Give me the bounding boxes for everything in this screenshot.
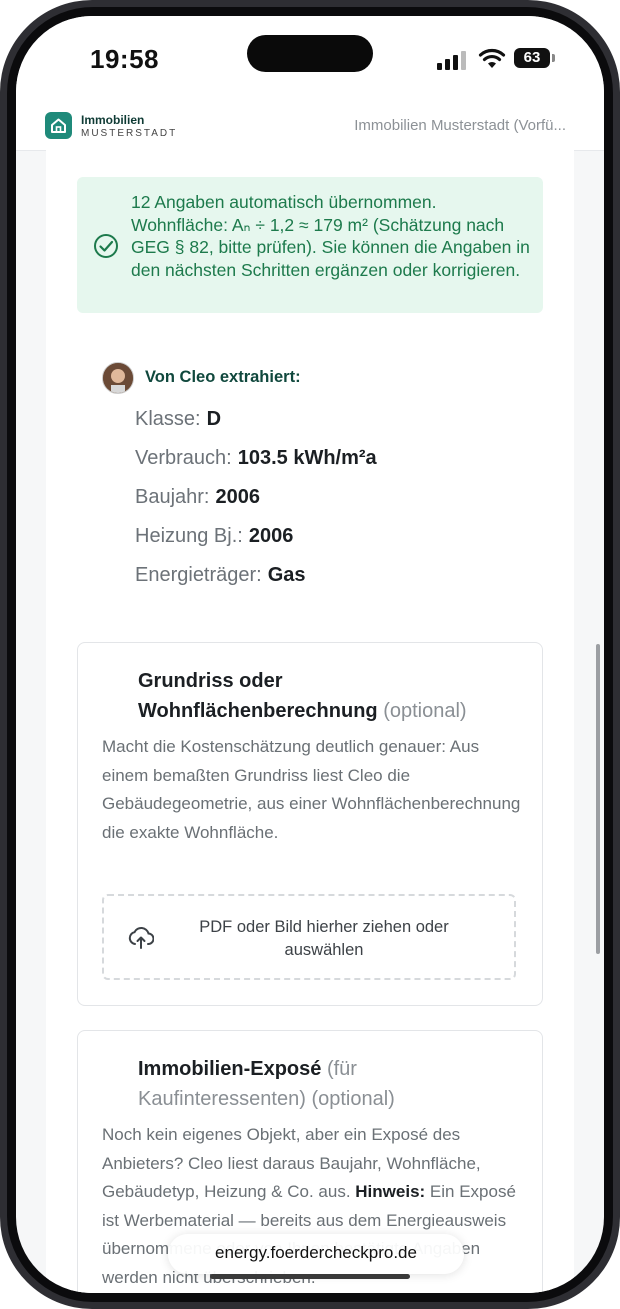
browser-url: energy.foerdercheckpro.de	[215, 1243, 417, 1262]
battery-tip	[552, 54, 555, 62]
field-build-year: Baujahr: 2006	[135, 486, 260, 509]
status-time: 19:58	[90, 44, 159, 74]
floorplan-dropzone[interactable]: PDF oder Bild hierher ziehen oder auswäh…	[102, 894, 516, 980]
field-value: 2006	[248, 525, 294, 547]
signal-icon	[437, 50, 467, 70]
optional-tag: (optional)	[383, 700, 467, 722]
expose-title-text: Immobilien-Exposé	[138, 1058, 322, 1080]
banner-text: 12 Angaben automatisch übernommen. Wohnf…	[131, 192, 530, 280]
field-label: Energieträger:	[135, 564, 262, 586]
browser-url-bar[interactable]: energy.foerdercheckpro.de	[168, 1234, 464, 1274]
cleo-avatar	[102, 362, 134, 394]
upload-cloud-icon	[128, 926, 154, 949]
home-indicator[interactable]	[210, 1274, 410, 1279]
field-value: D	[206, 408, 222, 430]
scrollbar[interactable]	[596, 644, 600, 954]
dynamic-island	[247, 35, 373, 72]
brand-subtitle: MUSTERSTADT	[81, 128, 178, 139]
home-logo-icon[interactable]	[45, 112, 72, 139]
expose-card-title-line1: Immobilien-Exposé (für	[138, 1054, 357, 1084]
field-class: Klasse: D	[135, 408, 221, 431]
field-energy-carrier: Energieträger: Gas	[135, 564, 306, 587]
field-value: 103.5 kWh/m²a	[237, 447, 377, 469]
field-value: Gas	[267, 564, 306, 586]
hint-label: Hinweis:	[355, 1182, 426, 1201]
floorplan-card-title-line1: Grundriss oder	[138, 670, 283, 692]
battery-icon: 63	[514, 48, 550, 68]
field-label: Heizung Bj.:	[135, 525, 243, 547]
floorplan-title-text: Wohnflächenberechnung	[138, 700, 378, 722]
check-circle-icon	[94, 234, 118, 258]
floorplan-card-description: Macht die Kostenschätzung deutlich genau…	[102, 737, 521, 842]
wifi-icon	[478, 48, 506, 68]
expose-title-sub: (für	[326, 1058, 357, 1080]
floorplan-upload-card: Grundriss oder Wohnflächenberechnung (op…	[77, 642, 543, 1006]
app-title: Immobilien Musterstadt (Vorfü...	[354, 117, 566, 134]
floorplan-card-title-line2: Wohnflächenberechnung (optional)	[138, 696, 467, 726]
field-value: 2006	[215, 486, 261, 508]
expose-card-title-line2: Kaufinteressenten) (optional)	[138, 1084, 395, 1114]
field-label: Baujahr:	[135, 486, 210, 508]
optional-tag: (optional)	[311, 1088, 395, 1110]
app-header: Immobilien MUSTERSTADT Immobilien Muster…	[16, 104, 604, 151]
field-label: Verbrauch:	[135, 447, 232, 469]
main-content: 12 Angaben automatisch übernommen. Wohnf…	[46, 150, 574, 1293]
extraction-title: Von Cleo extrahiert:	[145, 368, 301, 386]
brand-name: Immobilien	[81, 113, 145, 127]
field-label: Klasse:	[135, 408, 201, 430]
success-banner: 12 Angaben automatisch übernommen. Wohnf…	[77, 177, 543, 313]
field-heating-year: Heizung Bj.: 2006	[135, 525, 293, 548]
dropzone-text: PDF oder Bild hierher ziehen oder auswäh…	[199, 918, 449, 959]
expose-title-sub2: Kaufinteressenten)	[138, 1088, 306, 1110]
field-consumption: Verbrauch: 103.5 kWh/m²a	[135, 447, 377, 470]
status-bar: 19:58 63	[16, 16, 604, 104]
screen: 19:58 63 Immobilien MUSTERSTADT Immobili…	[16, 16, 604, 1293]
